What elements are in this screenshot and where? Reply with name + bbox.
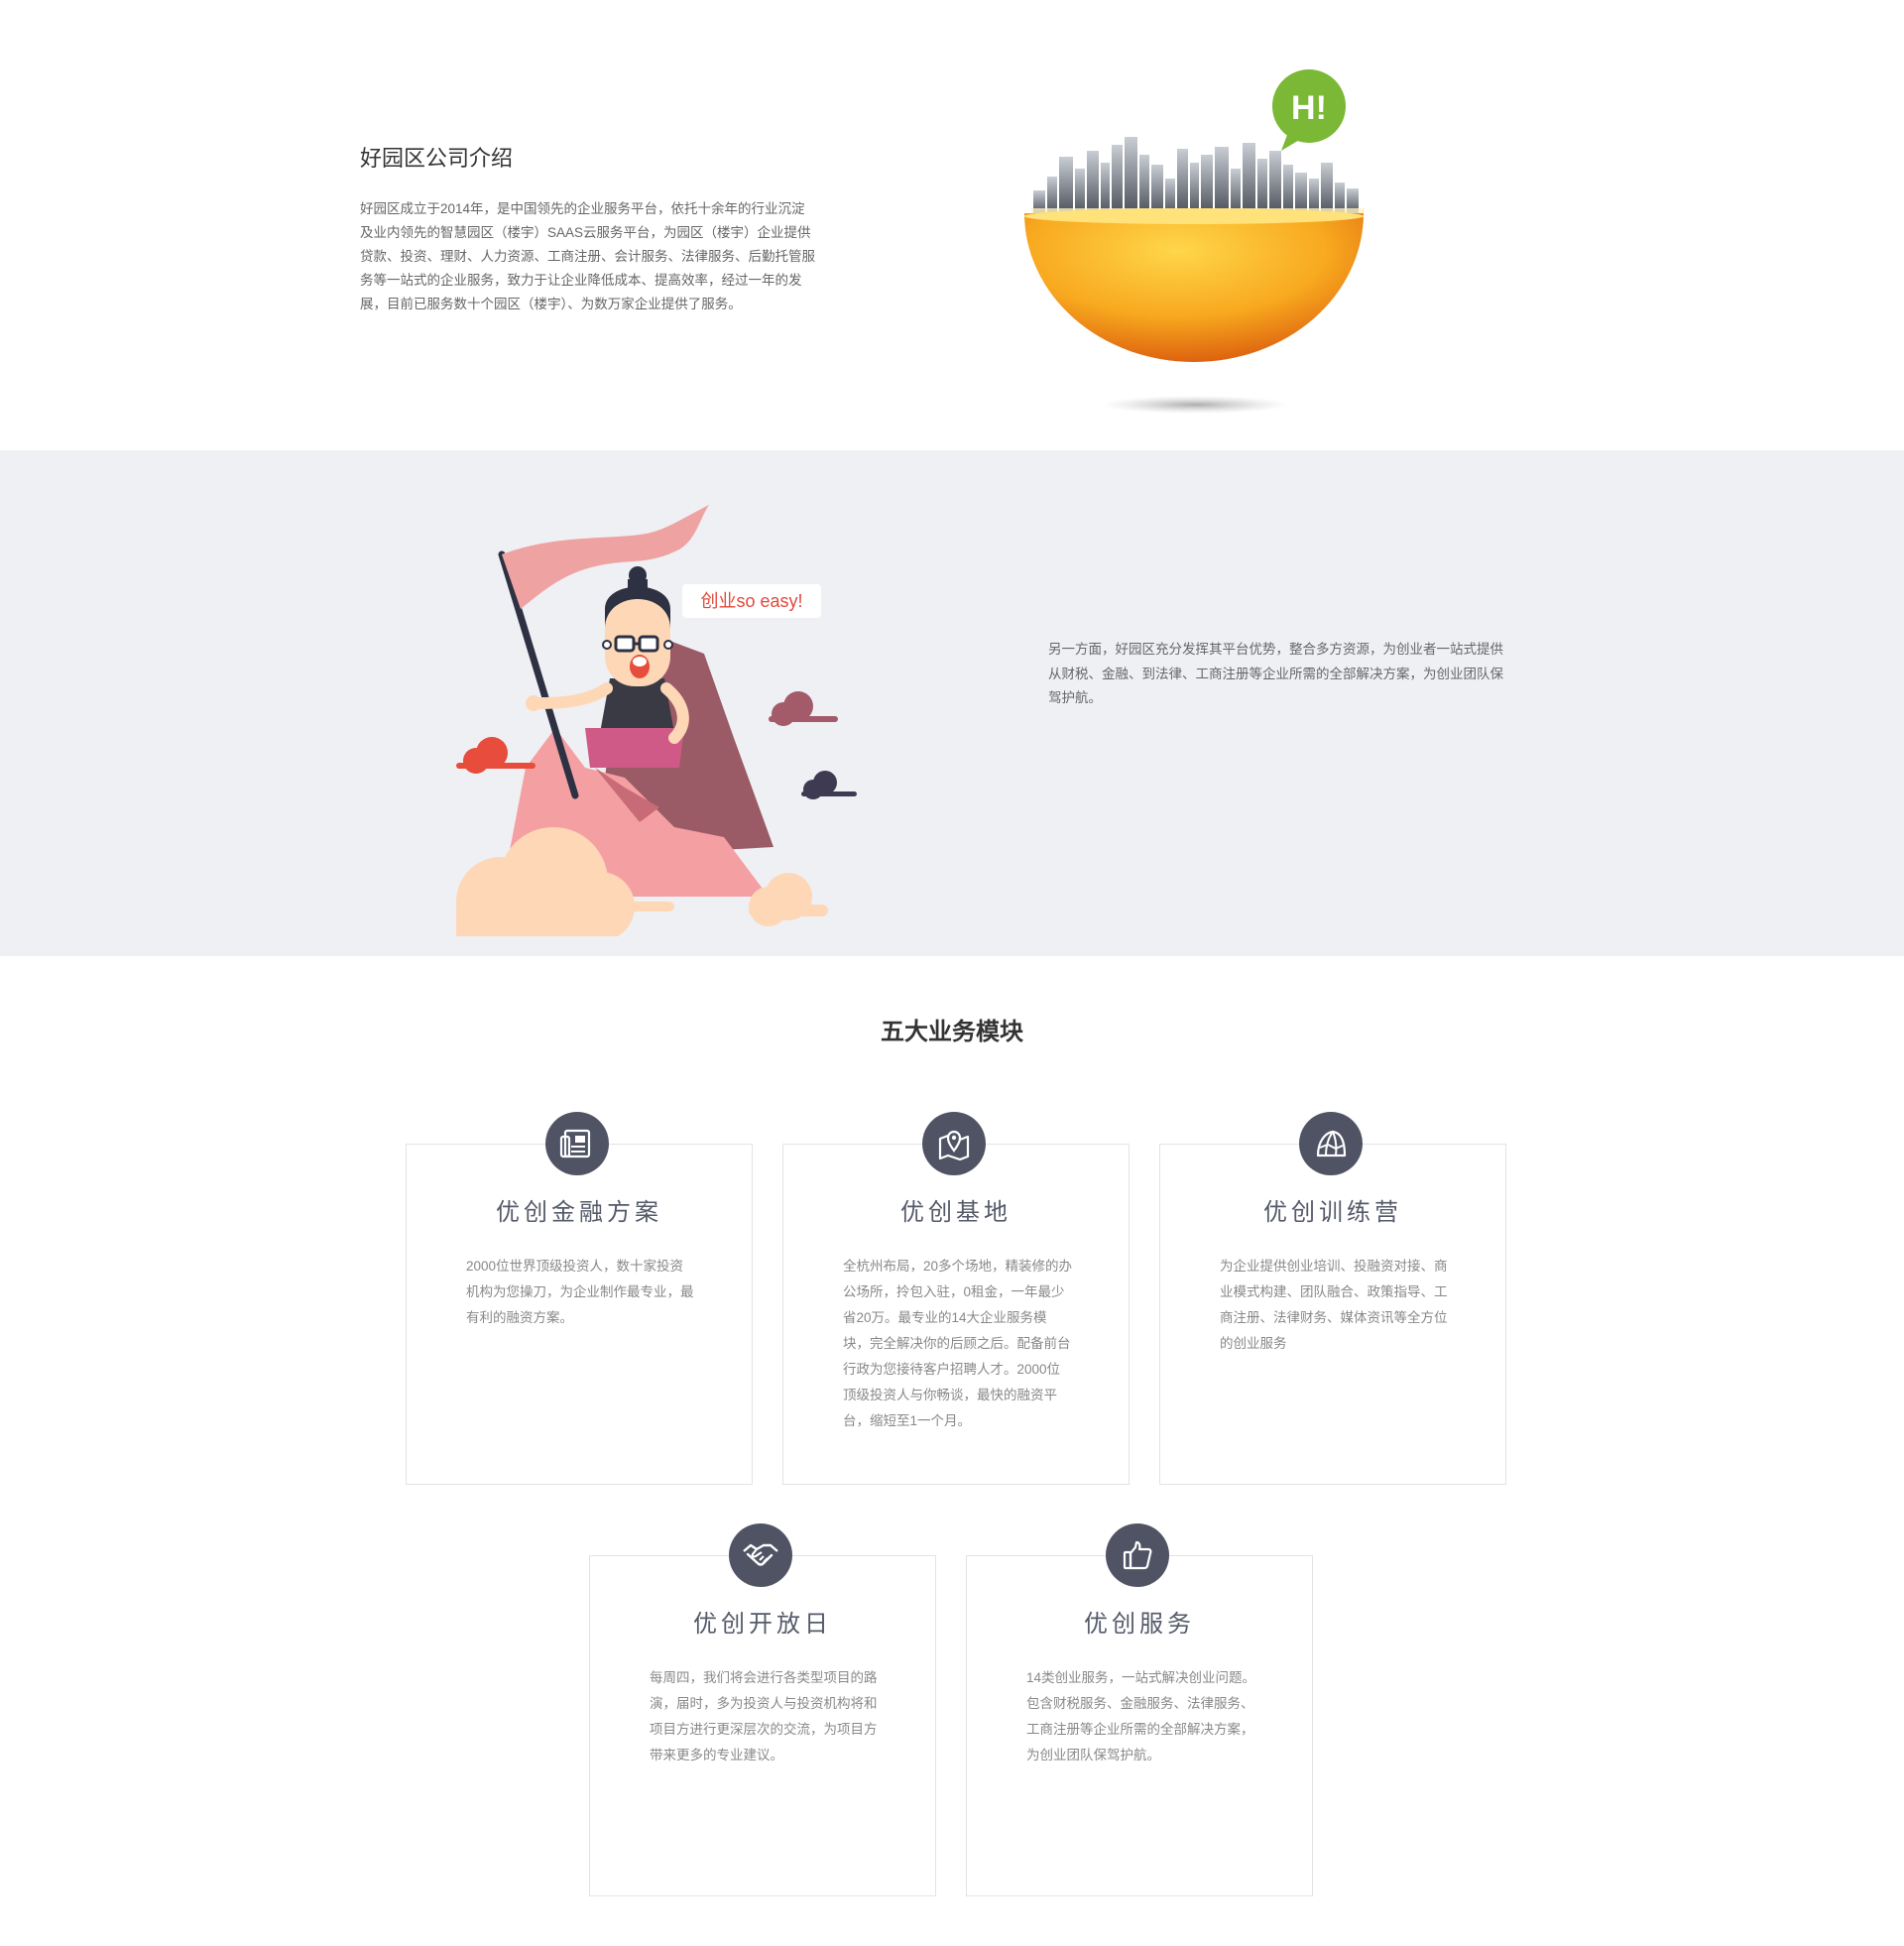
card-title: 优创开放日 (693, 1611, 832, 1638)
intro-section: 好园区公司介绍 好园区成立于2014年，是中国领先的企业服务平台，依托十余年的行… (0, 0, 1904, 450)
module-card-camp[interactable]: 优创训练营 为企业提供创业培训、投融资对接、商业模式构建、团队融合、政策指导、工… (1159, 1112, 1506, 1485)
intro-text: 好园区成立于2014年，是中国领先的企业服务平台，依托十余年的行业沉淀及业内领先… (360, 201, 815, 311)
svg-text:H!: H! (1291, 89, 1327, 127)
handshake-icon (729, 1523, 792, 1587)
card-text: 2000位世界顶级投资人，数十家投资机构为您操刀，为企业制作最专业，最有利的融资… (466, 1259, 694, 1325)
orange-city-illustration: H! (1024, 69, 1365, 414)
map-pin-icon (922, 1112, 986, 1175)
modules-title: 五大业务模块 (881, 1019, 1023, 1045)
finance-document-icon (545, 1112, 609, 1175)
module-card-finance[interactable]: 优创金融方案 2000位世界顶级投资人，数十家投资机构为您操刀，为企业制作最专业… (406, 1112, 753, 1485)
module-card-base[interactable]: 优创基地 全杭州布局，20多个场地，精装修的办公场所，拎包入驻，0租金，一年最少… (782, 1112, 1130, 1485)
speech-bubble: 创业so easy! (682, 584, 821, 618)
hi-bubble-icon: H! (1272, 69, 1346, 151)
mascot-section: 创业so easy! 另一方面，好园区充分发挥其平台优势，整合多方资源，为创业者… (0, 450, 1904, 956)
card-text: 为企业提供创业培训、投融资对接、商业模式构建、团队融合、政策指导、工商注册、法律… (1220, 1259, 1448, 1351)
card-text: 每周四，我们将会进行各类型项目的路演，届时，多为投资人与投资机构将和项目方进行更… (650, 1670, 878, 1763)
card-title: 优创训练营 (1263, 1199, 1402, 1226)
card-text: 全杭州布局，20多个场地，精装修的办公场所，拎包入驻，0租金，一年最少省20万。… (843, 1259, 1073, 1428)
thumbs-up-icon (1106, 1523, 1169, 1587)
tent-icon (1299, 1112, 1363, 1175)
mascot-mountain-illustration (456, 505, 857, 936)
module-card-service[interactable]: 优创服务 14类创业服务，一站式解决创业问题。包含财税服务、金融服务、法律服务、… (966, 1523, 1313, 1896)
mascot-text: 另一方面，好园区充分发挥其平台优势，整合多方资源，为创业者一站式提供从财税、金融… (1048, 642, 1503, 705)
card-title: 优创金融方案 (496, 1199, 662, 1226)
intro-title: 好园区公司介绍 (360, 146, 514, 171)
module-card-openday[interactable]: 优创开放日 每周四，我们将会进行各类型项目的路演，届时，多为投资人与投资机构将和… (589, 1523, 936, 1896)
card-title: 优创服务 (1084, 1611, 1195, 1638)
card-title: 优创基地 (900, 1199, 1012, 1226)
card-text: 14类创业服务，一站式解决创业问题。包含财税服务、金融服务、法律服务、工商注册等… (1026, 1670, 1256, 1763)
